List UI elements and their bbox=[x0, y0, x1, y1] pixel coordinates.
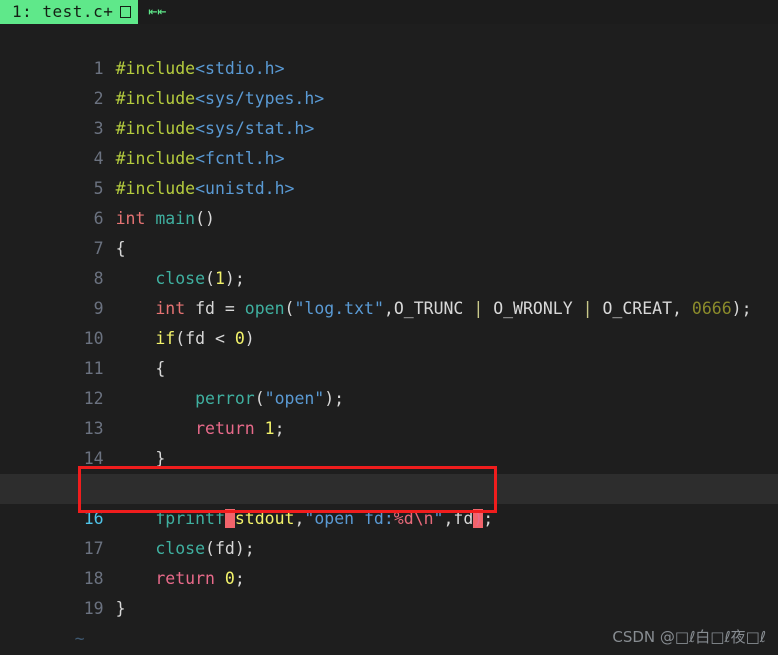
code-line-1[interactable]: 1 #include<stdio.h> bbox=[0, 24, 778, 78]
tabline: 1: test.c+ ⇤⇤ bbox=[0, 0, 778, 24]
tab-label: 1: test.c+ bbox=[12, 2, 114, 21]
tab-test-c[interactable]: 1: test.c+ bbox=[0, 0, 139, 24]
code-line-13[interactable]: 13 return 1; bbox=[0, 384, 778, 438]
code-line-16[interactable]: 16 fprintf(stdout,"open fd:%d\n",fd); bbox=[0, 474, 778, 534]
vim-editor-window: 1: test.c+ ⇤⇤ 1 #include<stdio.h> 2 #inclu… bbox=[0, 0, 778, 655]
code-line-10[interactable]: 10 if(fd < 0) bbox=[0, 294, 778, 348]
modified-box-icon bbox=[120, 6, 132, 18]
double-left-arrow-icon: ⇤⇤ bbox=[148, 2, 167, 20]
code-line-4[interactable]: 4 #include<fcntl.h> bbox=[0, 114, 778, 168]
code-line-6[interactable]: 6 int main() bbox=[0, 174, 778, 228]
code-line-8[interactable]: 8 close(1); bbox=[0, 234, 778, 288]
code-line-18[interactable]: 18 return 0; bbox=[0, 534, 778, 588]
code-line-2[interactable]: 2 #include<sys/types.h> bbox=[0, 54, 778, 108]
empty-line-marker-row: ~ bbox=[0, 594, 778, 648]
code-line-19[interactable]: 19} bbox=[0, 564, 778, 618]
tabline-empty-area: ⇤⇤ bbox=[138, 0, 778, 24]
code-line-15[interactable]: 15 printf("fd:%d\n",fd); bbox=[0, 444, 778, 498]
code-line-11[interactable]: 11 { bbox=[0, 324, 778, 378]
code-line-3[interactable]: 3 #include<sys/stat.h> bbox=[0, 84, 778, 138]
code-line-5[interactable]: 5 #include<unistd.h> bbox=[0, 144, 778, 198]
code-area[interactable]: 1 #include<stdio.h> 2 #include<sys/types.h… bbox=[0, 24, 778, 655]
code-line-12[interactable]: 12 perror("open"); bbox=[0, 354, 778, 408]
code-line-17[interactable]: 17 close(fd); bbox=[0, 504, 778, 558]
code-line-14[interactable]: 14 } bbox=[0, 414, 778, 468]
code-line-7[interactable]: 7{ bbox=[0, 204, 778, 258]
code-line-9[interactable]: 9 int fd = open("log.txt",O_TRUNC | O_WR… bbox=[0, 264, 778, 318]
watermark: CSDN @□ℓ白□ℓ夜□ℓ bbox=[612, 628, 766, 646]
